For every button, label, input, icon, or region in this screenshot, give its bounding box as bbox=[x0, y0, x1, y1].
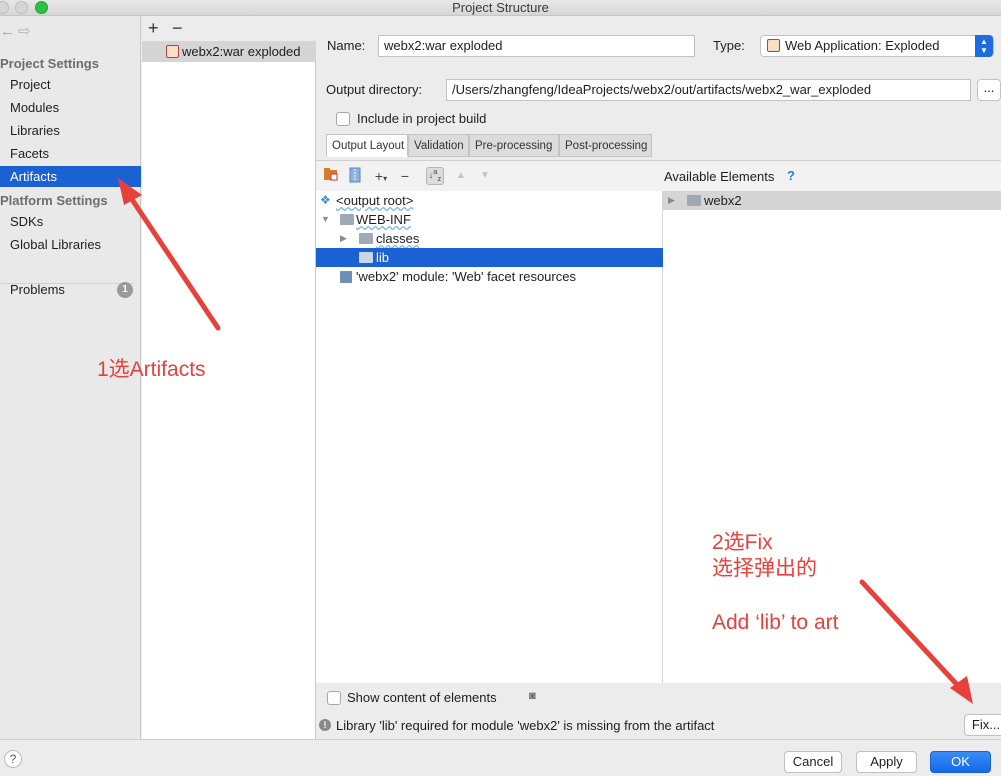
annotation-arrows bbox=[118, 178, 973, 704]
annotation-step2-title: 2选Fix bbox=[712, 531, 773, 554]
annotation-step2-instruction: 选择弹出的 bbox=[712, 557, 817, 580]
annotation-step1: 1选Artifacts bbox=[97, 358, 206, 381]
annotation-step2-action: Add ‘lib’ to art bbox=[712, 611, 839, 634]
